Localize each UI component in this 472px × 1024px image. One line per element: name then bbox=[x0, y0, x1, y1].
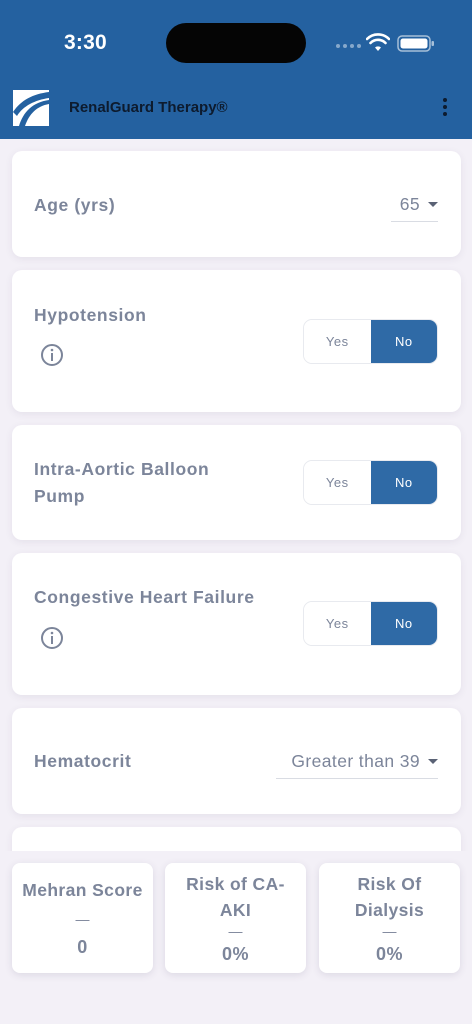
chf-no-button[interactable]: No bbox=[370, 602, 437, 645]
age-dropdown[interactable]: 65 bbox=[391, 194, 438, 222]
iabp-label-line1: Intra-Aortic Balloon bbox=[34, 459, 210, 479]
hypotension-yes-button[interactable]: Yes bbox=[304, 320, 371, 363]
chf-card: Congestive Heart Failure Yes No bbox=[12, 553, 461, 695]
age-label: Age (yrs) bbox=[34, 195, 116, 215]
hematocrit-label: Hematocrit bbox=[34, 751, 132, 771]
chf-label: Congestive Heart Failure bbox=[34, 587, 255, 607]
mehran-score-card: Mehran Score — 0 bbox=[12, 863, 153, 973]
risk-dialysis-title-line2: Dialysis bbox=[354, 900, 425, 920]
risk-dialysis-value: 0% bbox=[375, 944, 403, 964]
results-bar: Mehran Score — 0 Risk of CA- AKI — 0% Ri… bbox=[0, 851, 472, 1024]
hypotension-card: Hypotension Yes No bbox=[12, 270, 461, 412]
hypotension-toggle: Yes No bbox=[303, 319, 438, 364]
age-card: Age (yrs) 65 bbox=[12, 151, 461, 257]
iabp-yes-button[interactable]: Yes bbox=[304, 461, 371, 504]
chf-toggle: Yes No bbox=[303, 601, 438, 646]
info-icon[interactable] bbox=[40, 343, 64, 367]
caret-down-icon bbox=[428, 759, 438, 764]
wifi-icon bbox=[366, 33, 390, 51]
app-header: 3:30 RenalGuard Therapy® bbox=[0, 0, 472, 139]
hypotension-no-button[interactable]: No bbox=[370, 320, 437, 363]
age-value: 65 bbox=[399, 194, 420, 214]
mehran-score-value: 0 bbox=[77, 937, 88, 957]
hematocrit-dropdown[interactable]: Greater than 39 bbox=[276, 751, 438, 779]
hematocrit-card: Hematocrit Greater than 39 bbox=[12, 708, 461, 814]
more-vert-icon[interactable] bbox=[438, 98, 452, 120]
app-logo bbox=[13, 90, 49, 126]
iabp-label-line2: Pump bbox=[34, 486, 86, 506]
info-icon[interactable] bbox=[40, 626, 64, 650]
signal-icon bbox=[336, 44, 362, 50]
mehran-score-title: Mehran Score bbox=[22, 880, 143, 900]
hematocrit-value: Greater than 39 bbox=[291, 751, 420, 771]
mehran-score-dash: — bbox=[75, 911, 90, 927]
iabp-toggle: Yes No bbox=[303, 460, 438, 505]
iabp-card: Intra-Aortic Balloon Pump Yes No bbox=[12, 425, 461, 540]
app-title: RenalGuard Therapy® bbox=[69, 99, 228, 116]
battery-icon bbox=[397, 35, 434, 52]
risk-ca-aki-title-line2: AKI bbox=[219, 900, 252, 920]
risk-ca-aki-value: 0% bbox=[221, 944, 249, 964]
risk-ca-aki-title-line1: Risk of CA- bbox=[186, 874, 285, 894]
iabp-no-button[interactable]: No bbox=[370, 461, 437, 504]
risk-dialysis-dash: — bbox=[382, 923, 397, 939]
risk-dialysis-title-line1: Risk Of bbox=[357, 874, 422, 894]
chf-yes-button[interactable]: Yes bbox=[304, 602, 371, 645]
risk-ca-aki-card: Risk of CA- AKI — 0% bbox=[165, 863, 306, 973]
status-time: 3:30 bbox=[64, 31, 107, 54]
caret-down-icon bbox=[428, 202, 438, 207]
hypotension-label: Hypotension bbox=[34, 305, 147, 325]
dynamic-island bbox=[166, 23, 306, 63]
risk-ca-aki-dash: — bbox=[228, 923, 243, 939]
risk-dialysis-card: Risk Of Dialysis — 0% bbox=[319, 863, 460, 973]
iabp-label: Intra-Aortic Balloon Pump bbox=[34, 456, 209, 510]
